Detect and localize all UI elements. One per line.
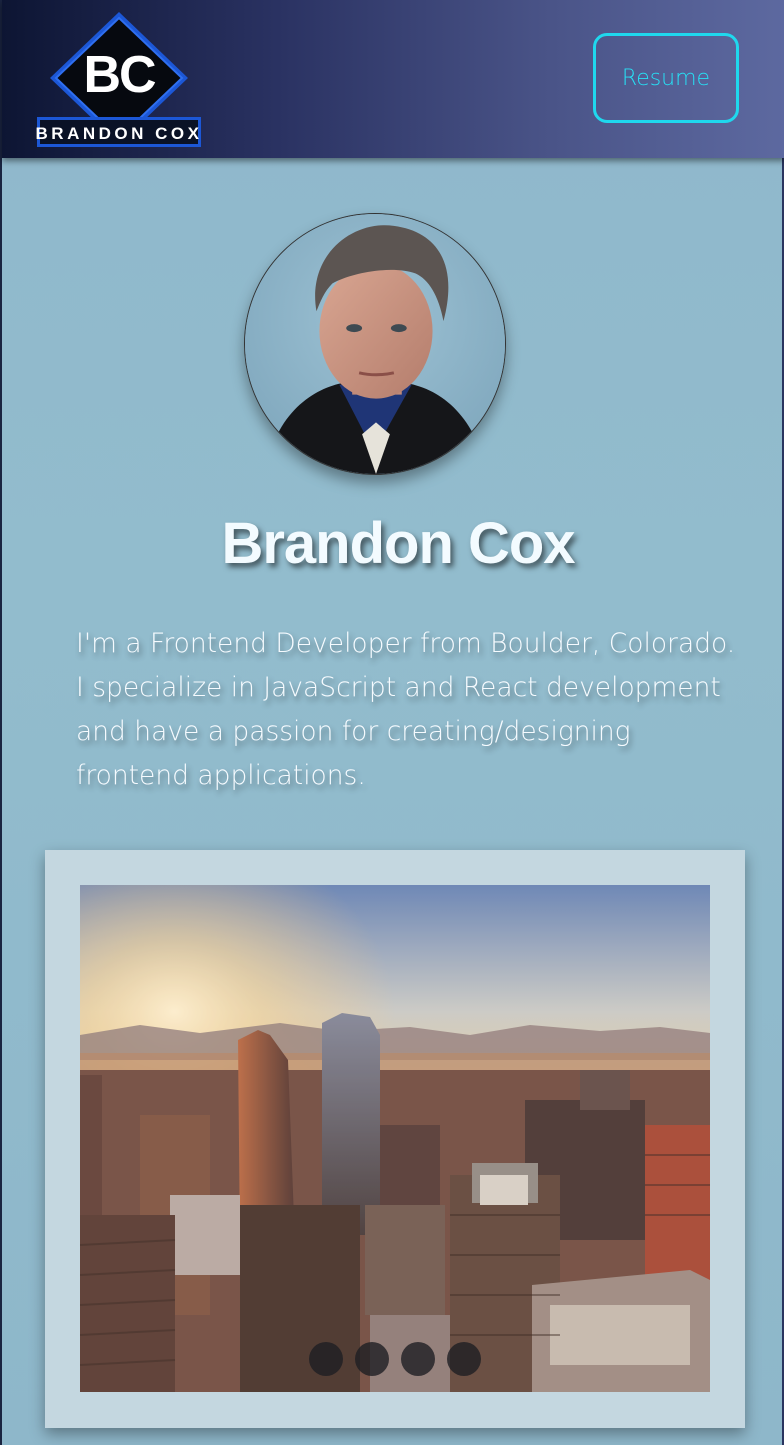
carousel-indicators xyxy=(45,1342,745,1376)
image-carousel xyxy=(45,850,745,1428)
logo-name: BRANDON COX xyxy=(36,124,202,143)
resume-button[interactable]: Resume xyxy=(593,33,739,123)
site-header: BC BRANDON COX Resume xyxy=(2,0,784,158)
logo-diamond-icon: BC BRANDON COX xyxy=(36,12,202,147)
logo[interactable]: BC BRANDON COX xyxy=(36,10,202,150)
carousel-dot[interactable] xyxy=(309,1342,343,1376)
profile-bio: I'm a Frontend Developer from Boulder, C… xyxy=(76,628,736,791)
profile-avatar xyxy=(244,213,506,475)
carousel-dot[interactable] xyxy=(355,1342,389,1376)
profile-name: Brandon Cox xyxy=(221,511,575,576)
logo-initials: BC xyxy=(83,46,156,104)
profile-photo xyxy=(245,214,505,474)
carousel-dot[interactable] xyxy=(401,1342,435,1376)
carousel-slide xyxy=(80,885,710,1392)
city-skyline-image xyxy=(80,885,710,1392)
carousel-dot[interactable] xyxy=(447,1342,481,1376)
